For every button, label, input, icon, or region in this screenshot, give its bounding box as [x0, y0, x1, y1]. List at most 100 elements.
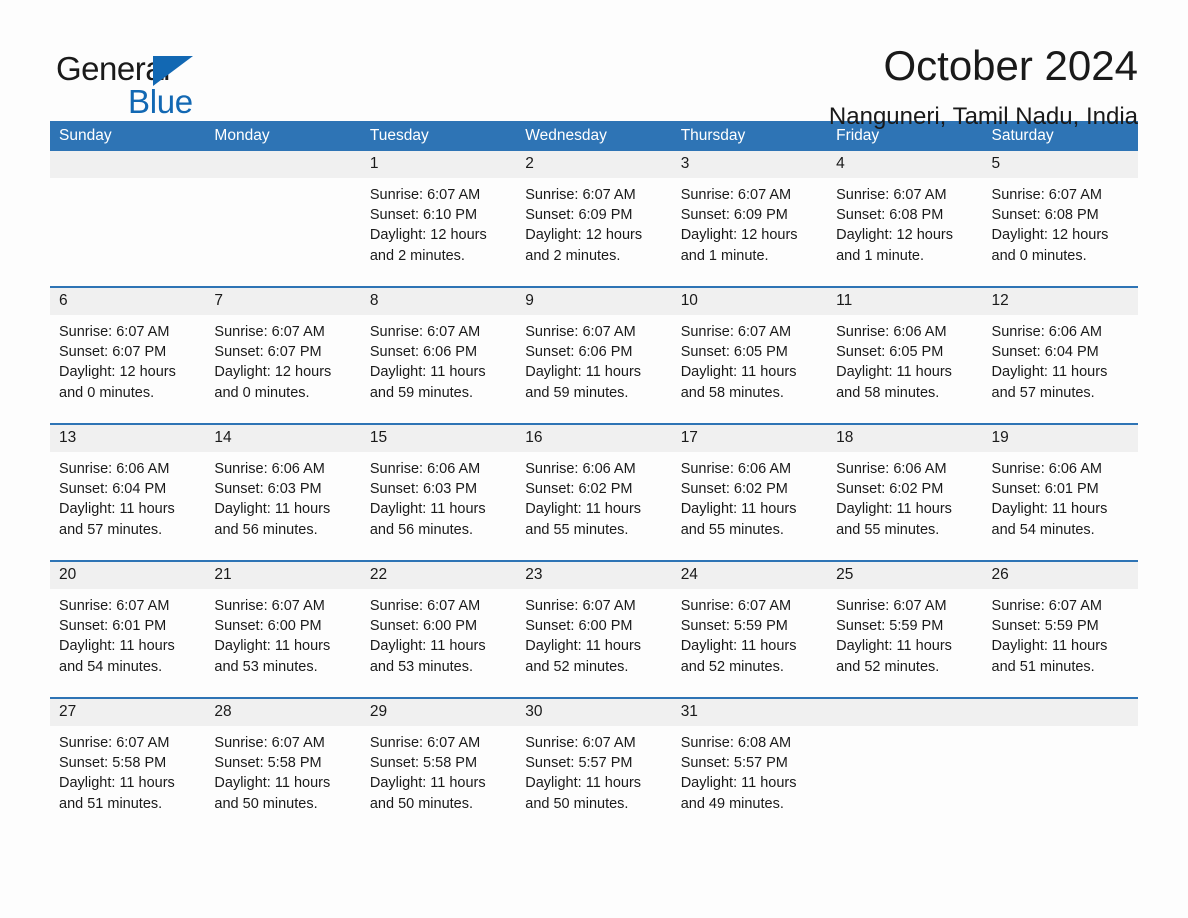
week-daynumber-band: 20 21 22 23 24 25 26 [50, 562, 1138, 589]
day-number[interactable]: 7 [205, 288, 360, 315]
day-detail-line: Daylight: 11 hours [369, 501, 486, 518]
day-detail-line: Sunrise: 6:06 AM [836, 461, 947, 477]
day-number[interactable]: 24 [672, 562, 827, 589]
calendar-page: General Blue October 2024 Nanguneri, Tam… [0, 0, 1188, 918]
day-number[interactable]: 20 [50, 562, 205, 589]
day-number[interactable]: 17 [672, 425, 827, 452]
day-number[interactable]: 5 [983, 151, 1138, 178]
day-cell[interactable]: Sunrise: 6:07 AM Sunset: 6:09 PM Daylight:… [516, 178, 671, 286]
day-cell[interactable]: Sunrise: 6:06 AM Sunset: 6:02 PM Daylight:… [516, 452, 671, 560]
day-cell-empty [205, 178, 360, 286]
day-detail-line: Sunrise: 6:07 AM [836, 187, 947, 203]
day-detail-line: and 58 minutes. [680, 384, 784, 401]
day-cell[interactable]: Sunrise: 6:07 AM Sunset: 6:00 PM Daylight:… [361, 589, 516, 697]
weekday-header-wednesday: Wednesday [525, 127, 607, 145]
day-cell[interactable]: Sunrise: 6:07 AM Sunset: 6:10 PM Daylight:… [361, 178, 516, 286]
day-number[interactable]: 12 [983, 288, 1138, 315]
day-detail-line: Daylight: 11 hours [214, 775, 331, 792]
day-cell[interactable]: Sunrise: 6:06 AM Sunset: 6:02 PM Daylight:… [827, 452, 982, 560]
day-detail-line: Daylight: 11 hours [680, 775, 797, 792]
day-detail-line: and 57 minutes. [991, 384, 1095, 401]
day-number[interactable]: 21 [205, 562, 360, 589]
day-detail-line: Sunrise: 6:08 AM [680, 735, 792, 751]
day-cell[interactable]: Sunrise: 6:07 AM Sunset: 6:00 PM Daylight:… [516, 589, 671, 697]
day-cell[interactable]: Sunrise: 6:07 AM Sunset: 5:58 PM Daylight:… [361, 726, 516, 834]
day-detail-line: Daylight: 11 hours [369, 364, 486, 381]
day-detail-line: and 50 minutes. [369, 795, 474, 812]
day-cell[interactable]: Sunrise: 6:06 AM Sunset: 6:05 PM Daylight:… [827, 315, 982, 423]
day-number[interactable]: 16 [516, 425, 671, 452]
day-number[interactable]: 1 [361, 151, 516, 178]
day-detail-line: Sunset: 6:02 PM [680, 481, 788, 498]
day-cell[interactable]: Sunrise: 6:07 AM Sunset: 6:06 PM Daylight:… [516, 315, 671, 423]
day-number-empty [205, 151, 360, 178]
day-cell[interactable]: Sunrise: 6:07 AM Sunset: 5:59 PM Daylight:… [983, 589, 1138, 697]
day-cell[interactable]: Sunrise: 6:08 AM Sunset: 5:57 PM Daylight:… [672, 726, 827, 834]
day-detail-line: Sunrise: 6:07 AM [369, 598, 481, 614]
day-number[interactable]: 14 [205, 425, 360, 452]
day-detail-line: and 59 minutes. [525, 384, 629, 401]
day-cell[interactable]: Sunrise: 6:07 AM Sunset: 6:08 PM Daylight:… [827, 178, 982, 286]
day-number[interactable]: 4 [827, 151, 982, 178]
day-cell[interactable]: Sunrise: 6:06 AM Sunset: 6:03 PM Daylight:… [361, 452, 516, 560]
weekday-header-tuesday: Tuesday [369, 127, 429, 145]
day-cell[interactable]: Sunrise: 6:07 AM Sunset: 5:58 PM Daylight:… [50, 726, 205, 834]
week-daynumber-band: 12345 [50, 151, 1138, 178]
weekday-header-friday: Friday [836, 127, 880, 145]
day-detail-line: Daylight: 11 hours [214, 501, 331, 518]
day-cell[interactable]: Sunrise: 6:07 AM Sunset: 6:07 PM Daylight:… [205, 315, 360, 423]
day-number[interactable]: 30 [516, 699, 671, 726]
day-cell[interactable]: Sunrise: 6:07 AM Sunset: 6:05 PM Daylight:… [672, 315, 827, 423]
day-cell[interactable]: Sunrise: 6:06 AM Sunset: 6:04 PM Daylight:… [50, 452, 205, 560]
day-number[interactable]: 8 [361, 288, 516, 315]
day-number[interactable]: 28 [205, 699, 360, 726]
day-cell[interactable]: Sunrise: 6:07 AM Sunset: 6:06 PM Daylight:… [361, 315, 516, 423]
day-detail-line: Sunrise: 6:07 AM [991, 187, 1102, 203]
day-detail-line: Sunrise: 6:06 AM [680, 461, 792, 477]
day-number[interactable]: 2 [516, 151, 671, 178]
calendar-week-row: 1 2 3 4 5 Sunrise: 6:07 AM Sunset: 6:10 PM Dayl… [50, 151, 1138, 286]
day-number[interactable]: 31 [672, 699, 827, 726]
day-detail-line: Sunrise: 6:07 AM [991, 598, 1102, 614]
day-number[interactable]: 23 [516, 562, 671, 589]
day-cell[interactable]: Sunrise: 6:06 AM Sunset: 6:03 PM Daylight:… [205, 452, 360, 560]
week-detail-band: Sunrise: 6:06 AM Sunset: 6:04 PM Daylight:… [50, 452, 1138, 560]
generalblue-logo[interactable]: General Blue [50, 44, 250, 118]
day-detail-line: Sunset: 5:58 PM [59, 755, 167, 772]
day-number[interactable]: 11 [827, 288, 982, 315]
day-number[interactable]: 25 [827, 562, 982, 589]
day-cell[interactable]: Sunrise: 6:07 AM Sunset: 6:00 PM Daylight:… [205, 589, 360, 697]
day-number[interactable]: 13 [50, 425, 205, 452]
day-detail-line: Sunset: 6:00 PM [214, 618, 322, 635]
day-cell[interactable]: Sunrise: 6:07 AM Sunset: 6:07 PM Daylight:… [50, 315, 205, 423]
day-cell[interactable]: Sunrise: 6:07 AM Sunset: 5:57 PM Daylight:… [516, 726, 671, 834]
day-detail-line: Sunset: 6:08 PM [836, 207, 944, 224]
day-cell[interactable]: Sunrise: 6:07 AM Sunset: 6:09 PM Daylight:… [672, 178, 827, 286]
day-number[interactable]: 15 [361, 425, 516, 452]
day-number[interactable]: 29 [361, 699, 516, 726]
day-cell[interactable]: Sunrise: 6:07 AM Sunset: 6:01 PM Daylight:… [50, 589, 205, 697]
day-number-empty [983, 699, 1138, 726]
triangle-icon [153, 56, 193, 86]
day-cell[interactable]: Sunrise: 6:06 AM Sunset: 6:01 PM Daylight:… [983, 452, 1138, 560]
day-number[interactable]: 18 [827, 425, 982, 452]
day-detail-line: Daylight: 12 hours [214, 364, 332, 381]
day-cell[interactable]: Sunrise: 6:06 AM Sunset: 6:02 PM Daylight:… [672, 452, 827, 560]
day-detail-line: Daylight: 11 hours [525, 775, 642, 792]
day-number[interactable]: 10 [672, 288, 827, 315]
day-number[interactable]: 6 [50, 288, 205, 315]
day-number[interactable]: 3 [672, 151, 827, 178]
day-cell[interactable]: Sunrise: 6:07 AM Sunset: 6:08 PM Daylight:… [983, 178, 1138, 286]
day-number[interactable]: 27 [50, 699, 205, 726]
day-cell[interactable]: Sunrise: 6:06 AM Sunset: 6:04 PM Daylight:… [983, 315, 1138, 423]
day-number[interactable]: 22 [361, 562, 516, 589]
day-cell[interactable]: Sunrise: 6:07 AM Sunset: 5:58 PM Daylight:… [205, 726, 360, 834]
day-number[interactable]: 26 [983, 562, 1138, 589]
day-cell[interactable]: Sunrise: 6:07 AM Sunset: 5:59 PM Daylight:… [672, 589, 827, 697]
day-cell[interactable]: Sunrise: 6:07 AM Sunset: 5:59 PM Daylight:… [827, 589, 982, 697]
day-number[interactable]: 9 [516, 288, 671, 315]
day-detail-line: Daylight: 11 hours [369, 638, 486, 655]
day-detail-line: Daylight: 12 hours [59, 364, 176, 381]
day-number[interactable]: 19 [983, 425, 1138, 452]
week-daynumber-band: 6 7 8 9 10 11 12 [50, 288, 1138, 315]
